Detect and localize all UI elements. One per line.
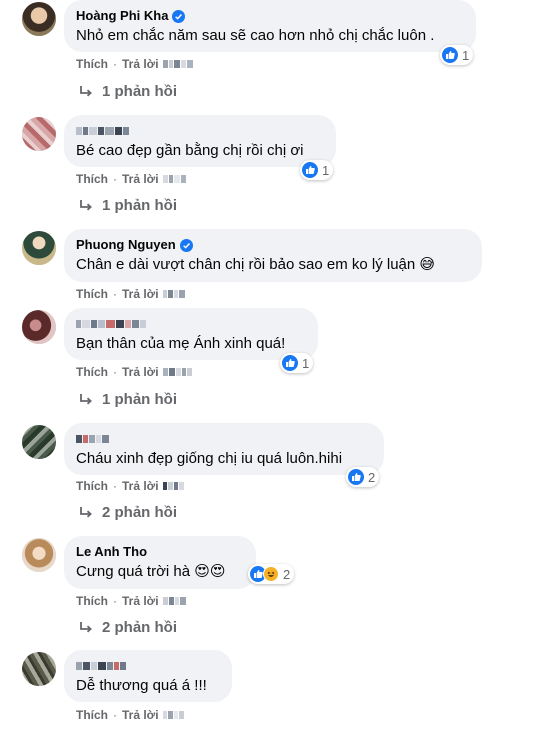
view-replies-link[interactable]: 2 phản hồi [78,502,177,522]
reply-action[interactable]: Trả lời [122,708,159,722]
like-action[interactable]: Thích [76,708,108,722]
reply-arrow-icon [80,394,92,405]
reaction-summary[interactable]: 2 [248,564,295,584]
separator: · [113,708,117,722]
like-action[interactable]: Thích [76,365,108,379]
like-action[interactable]: Thích [76,172,108,186]
comment-bubble: Phuong Nguyen Chân e dài vượt chân chị r… [64,229,482,282]
comment-bubble: Le Anh Tho Cưng quá trời hà 😍😍 [64,536,256,589]
verified-badge-icon [172,9,186,23]
comment-text: Bạn thân của mẹ Ánh xinh quá! [76,335,286,352]
avatar[interactable] [22,231,56,265]
comment-text: Nhỏ em chắc năm sau sẽ cao hơn nhỏ chị c… [76,27,435,44]
reaction-count: 1 [322,162,330,178]
separator: · [113,479,117,493]
avatar[interactable] [22,652,56,686]
timestamp-blurred[interactable] [162,482,184,490]
like-reaction-icon [282,355,298,371]
comment-actions: Thích · Trả lời [76,56,193,72]
comment-actions: Thích · Trả lời [76,171,186,187]
comment-text: Chân e dài vượt chân chị rồi bảo sao em … [76,256,436,273]
comment-actions: Thích · Trả lời [76,286,185,302]
comment-author[interactable]: Le Anh Tho [76,544,244,560]
reply-arrow-icon [80,622,92,633]
reaction-summary[interactable]: 2 [346,467,380,487]
comment-bubble: Hoàng Phi Kha Nhỏ em chắc năm sau sẽ cao… [64,0,476,52]
timestamp-blurred[interactable] [162,175,186,183]
comment-author[interactable]: Phuong Nguyen [76,237,470,253]
comment-author-blurred[interactable] [76,431,372,447]
like-reaction-icon [442,47,458,63]
comment-author-blurred[interactable] [76,123,324,139]
reaction-count: 1 [302,355,310,371]
reply-action[interactable]: Trả lời [122,365,159,379]
reply-arrow-icon [80,86,92,97]
like-action[interactable]: Thích [76,287,108,301]
separator: · [113,287,117,301]
like-reaction-icon [348,469,364,485]
timestamp-blurred[interactable] [162,60,193,68]
comment-actions: Thích · Trả lời [76,478,184,494]
like-action[interactable]: Thích [76,594,108,608]
avatar[interactable] [22,310,56,344]
view-replies-link[interactable]: 1 phản hồi [78,389,177,409]
reaction-count: 2 [368,469,376,485]
reply-action[interactable]: Trả lời [122,479,159,493]
reply-action[interactable]: Trả lời [122,287,159,301]
timestamp-blurred[interactable] [162,290,185,298]
comment-text: Bé cao đẹp gần bằng chị rồi chị ơi [76,142,304,159]
comment-bubble: Dễ thương quá á !!! [64,650,232,702]
haha-reaction-icon [263,566,279,582]
comment-bubble: Cháu xinh đẹp giống chị iu quá luôn.hihi [64,423,384,475]
separator: · [113,172,117,186]
like-action[interactable]: Thích [76,57,108,71]
reaction-summary[interactable]: 1 [440,45,474,65]
separator: · [113,365,117,379]
separator: · [113,594,117,608]
avatar[interactable] [22,2,56,36]
comment-author-blurred[interactable] [76,658,220,674]
comment-text: Cưng quá trời hà 😍😍 [76,563,226,580]
reply-action[interactable]: Trả lời [122,594,159,608]
reply-arrow-icon [80,200,92,211]
timestamp-blurred[interactable] [162,597,186,605]
view-replies-link[interactable]: 1 phản hồi [78,195,177,215]
view-replies-link[interactable]: 1 phản hồi [78,81,177,101]
reply-arrow-icon [80,507,92,518]
comment-actions: Thích · Trả lời [76,364,192,380]
comment-text: Dễ thương quá á !!! [76,677,207,694]
reply-action[interactable]: Trả lời [122,57,159,71]
avatar[interactable] [22,117,56,151]
timestamp-blurred[interactable] [162,368,192,376]
comment-author-blurred[interactable] [76,316,306,332]
avatar[interactable] [22,425,56,459]
like-reaction-icon [302,162,318,178]
comment-bubble: Bé cao đẹp gần bằng chị rồi chị ơi [64,115,336,167]
timestamp-blurred[interactable] [162,711,184,719]
reply-action[interactable]: Trả lời [122,172,159,186]
reaction-count: 1 [462,47,470,63]
comment-actions: Thích · Trả lời [76,593,186,609]
separator: · [113,57,117,71]
avatar[interactable] [22,538,56,572]
comment-actions: Thích · Trả lời [76,707,184,723]
view-replies-link[interactable]: 2 phản hồi [78,617,177,637]
verified-badge-icon [179,238,193,252]
reaction-summary[interactable]: 1 [300,160,334,180]
comment-bubble: Bạn thân của mẹ Ánh xinh quá! [64,308,318,360]
reaction-count: 2 [283,566,291,582]
reaction-summary[interactable]: 1 [280,353,314,373]
comment-author[interactable]: Hoàng Phi Kha [76,8,464,24]
like-action[interactable]: Thích [76,479,108,493]
comment-text: Cháu xinh đẹp giống chị iu quá luôn.hihi [76,450,343,467]
